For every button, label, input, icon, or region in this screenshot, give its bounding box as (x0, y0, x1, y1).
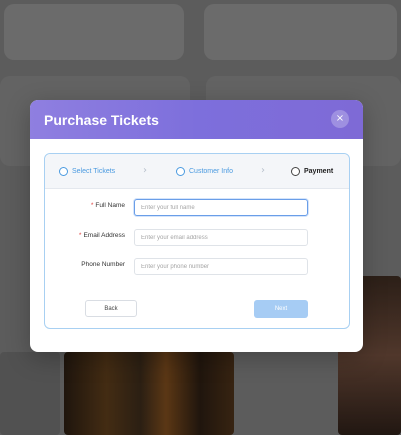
step-select-tickets[interactable]: Select Tickets (59, 154, 115, 188)
email-input[interactable] (134, 229, 308, 246)
next-button[interactable]: Next (254, 300, 308, 318)
full-name-input[interactable] (134, 199, 308, 216)
step-indicator: Select Tickets › Customer Info › Payment (45, 154, 349, 189)
modal-header: Purchase Tickets × (30, 100, 363, 139)
step-payment[interactable]: Payment (291, 154, 333, 188)
step-label: Customer Info (189, 167, 233, 175)
chevron-right-icon: › (143, 165, 147, 176)
email-label-text: Email Address (83, 232, 125, 239)
full-name-label-text: Full Name (95, 202, 125, 209)
step-circle-icon (59, 166, 68, 176)
close-button[interactable]: × (331, 110, 349, 128)
required-marker: * (90, 202, 94, 209)
step-circle-icon (291, 166, 300, 176)
email-label: * Email Address (79, 232, 125, 239)
full-name-row: * Full Name (45, 199, 349, 217)
phone-label: Phone Number (81, 261, 125, 268)
full-name-label: * Full Name (91, 202, 125, 209)
chevron-right-icon: › (261, 165, 265, 176)
back-button[interactable]: Back (85, 300, 137, 317)
step-customer-info[interactable]: Customer Info (176, 154, 233, 188)
phone-input[interactable] (134, 258, 308, 275)
modal-title: Purchase Tickets (44, 111, 159, 128)
email-row: * Email Address (45, 229, 349, 247)
required-marker: * (78, 232, 82, 239)
checkout-form-panel: Select Tickets › Customer Info › Payment… (44, 153, 350, 329)
phone-row: Phone Number (45, 258, 349, 276)
close-icon: × (335, 113, 345, 124)
purchase-tickets-modal: Purchase Tickets × Select Tickets › Cust… (30, 100, 363, 352)
step-label: Select Tickets (72, 167, 116, 175)
step-label: Payment (304, 167, 334, 175)
step-circle-icon (176, 166, 185, 176)
